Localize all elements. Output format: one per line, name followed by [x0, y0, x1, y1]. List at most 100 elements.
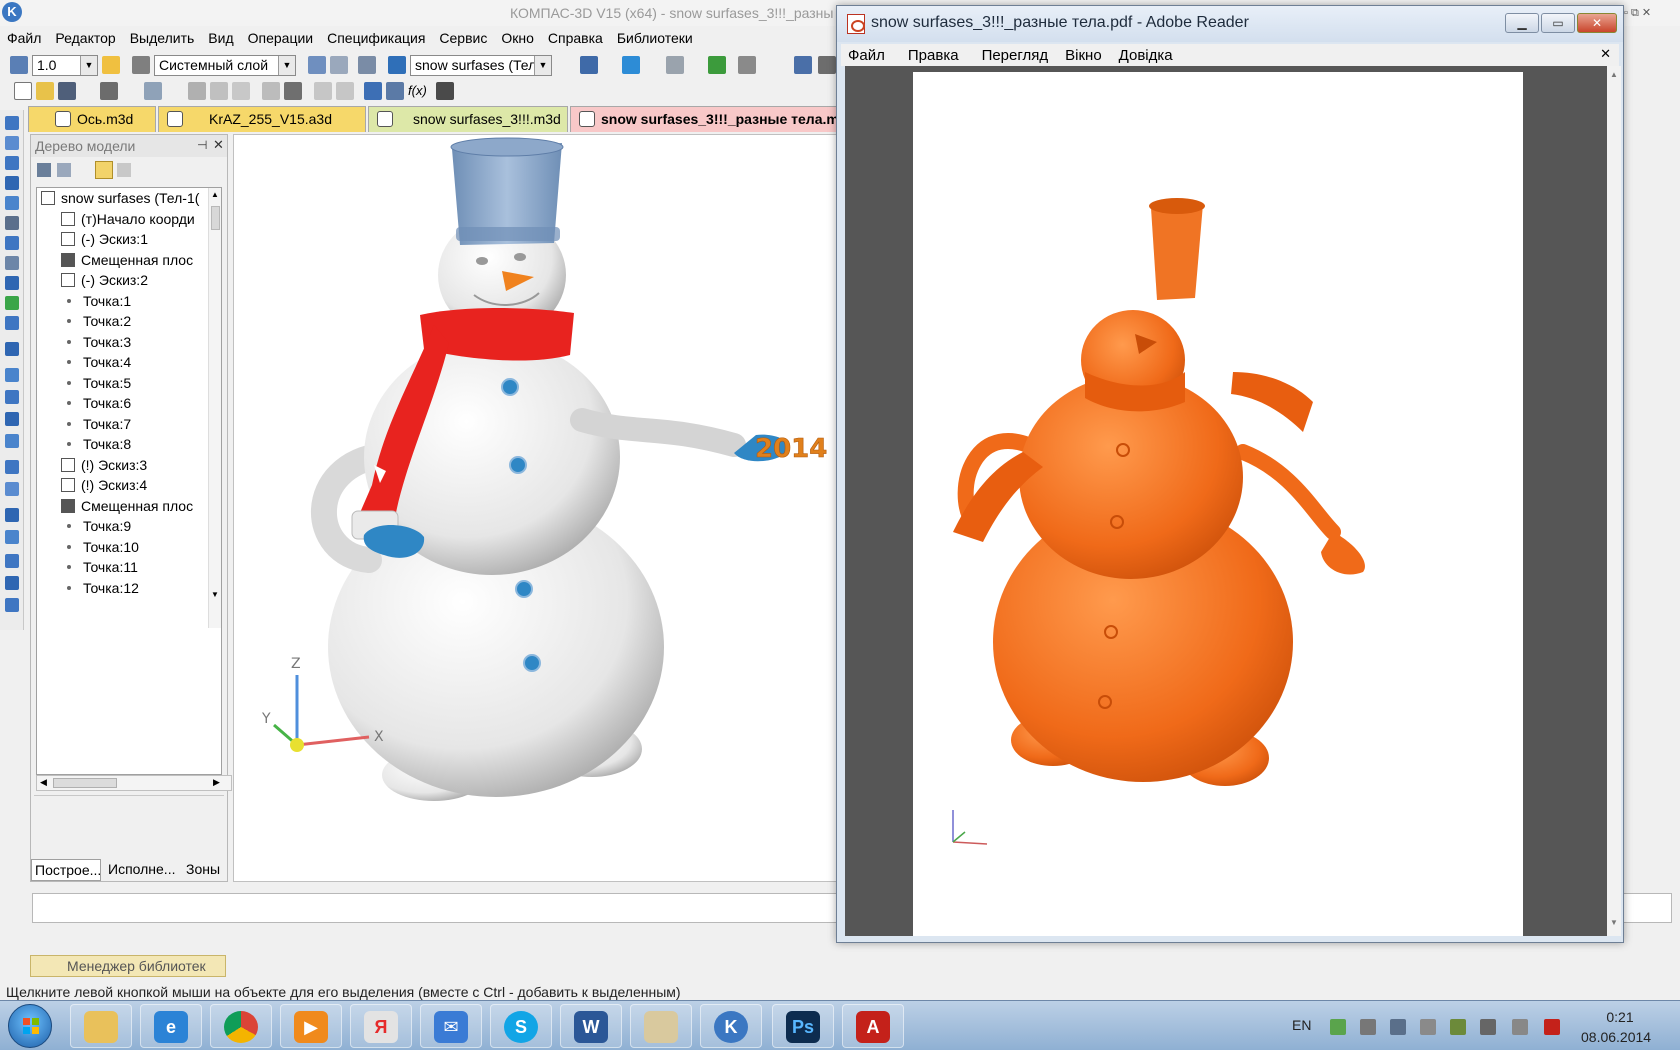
paste-icon[interactable]	[232, 82, 250, 100]
object-combo[interactable]: snow surfases (Тел ▼	[410, 55, 552, 76]
tree-item[interactable]: Точка:2	[61, 313, 131, 334]
clock-time[interactable]: 0:21	[1592, 1009, 1648, 1025]
scroll-left-icon[interactable]: ◀	[40, 777, 47, 788]
taskbar-ie[interactable]: e	[140, 1004, 202, 1048]
tree-item[interactable]: Точка:1	[61, 293, 131, 314]
taskbar-adobe-reader[interactable]: A	[842, 1004, 904, 1048]
tree-item[interactable]: Точка:4	[61, 354, 131, 375]
network-icon[interactable]	[1390, 1019, 1406, 1035]
tree-item[interactable]: Точка:12	[61, 580, 139, 601]
taskbar-word[interactable]: W	[560, 1004, 622, 1048]
measure-icon[interactable]	[738, 56, 756, 74]
undo-icon[interactable]	[314, 82, 332, 100]
format-brush-icon[interactable]	[262, 82, 280, 100]
tree-toggle-icon[interactable]	[308, 56, 326, 74]
edit-panel-icon[interactable]	[5, 296, 19, 310]
tree-item[interactable]: Точка:9	[61, 518, 131, 539]
layers-icon[interactable]	[132, 56, 150, 74]
menu-help[interactable]: Справка	[541, 28, 610, 46]
fillet-icon[interactable]	[5, 460, 19, 474]
rotate-icon[interactable]	[5, 412, 19, 426]
snap-icon[interactable]	[10, 56, 28, 74]
kompas-window-controls[interactable]: ▫ ⧉ ✕	[1624, 6, 1651, 20]
help-pointer-icon[interactable]	[436, 82, 454, 100]
function-icon[interactable]: f(x)	[408, 83, 427, 98]
tray-app-icon[interactable]	[1330, 1019, 1346, 1035]
taskbar-explorer[interactable]	[70, 1004, 132, 1048]
reader-document-area[interactable]	[845, 66, 1613, 936]
scroll-right-icon[interactable]: ▶	[213, 777, 220, 788]
tree-order-icon[interactable]	[95, 161, 113, 179]
tree-filter-icon[interactable]	[117, 163, 131, 177]
tree-horizontal-scrollbar[interactable]: ◀ ▶	[36, 775, 232, 791]
tab-zones[interactable]: Зоны	[183, 859, 223, 881]
rib-icon[interactable]	[5, 530, 19, 544]
zoom-icon[interactable]	[794, 56, 812, 74]
display-mode-icon[interactable]	[622, 56, 640, 74]
tree-item[interactable]: Точка:8	[61, 436, 131, 457]
view-orientation-icon[interactable]	[580, 56, 598, 74]
scroll-thumb[interactable]	[211, 206, 220, 230]
scroll-down-icon[interactable]: ▼	[211, 590, 219, 599]
volume-icon[interactable]	[1480, 1019, 1496, 1035]
filter-icon[interactable]	[358, 56, 376, 74]
extrude-icon[interactable]	[5, 390, 19, 404]
signal-icon[interactable]	[1450, 1019, 1466, 1035]
new-file-icon[interactable]	[14, 82, 32, 100]
tree-view-icon[interactable]	[57, 163, 71, 177]
tree-item[interactable]: Точка:5	[61, 375, 131, 396]
tab-build[interactable]: Построе...	[31, 859, 101, 881]
print-icon[interactable]	[100, 82, 118, 100]
scroll-up-icon[interactable]: ▲	[1610, 70, 1618, 79]
taskbar-photoshop[interactable]: Ps	[772, 1004, 834, 1048]
arrays-icon[interactable]	[5, 176, 19, 190]
open-folder-icon[interactable]	[36, 82, 54, 100]
solid-icon[interactable]	[5, 342, 19, 356]
scroll-down-icon[interactable]: ▼	[1610, 918, 1618, 927]
tree-item[interactable]: snow surfases (Тел-1(	[41, 190, 199, 211]
pan-icon[interactable]	[818, 56, 836, 74]
language-indicator[interactable]: EN	[1292, 1017, 1311, 1033]
menu-file[interactable]: Файл	[0, 28, 48, 46]
maximize-button[interactable]: ▭	[1541, 13, 1575, 33]
taskbar-kompas[interactable]: K	[700, 1004, 762, 1048]
grid-icon[interactable]	[102, 56, 120, 74]
menu-operations[interactable]: Операции	[241, 28, 321, 46]
rebuild-icon[interactable]	[708, 56, 726, 74]
cut-icon[interactable]	[188, 82, 206, 100]
manager-icon[interactable]	[364, 82, 382, 100]
surfaces-icon[interactable]	[5, 156, 19, 170]
usb-icon[interactable]	[1420, 1019, 1436, 1035]
menu-edit[interactable]: Редактор	[48, 28, 122, 46]
tree-vertical-scrollbar[interactable]: ▲ ▼	[208, 188, 221, 628]
reader-vertical-scrollbar[interactable]: ▲ ▼	[1607, 66, 1621, 936]
menu-view[interactable]: Вид	[201, 28, 240, 46]
chevron-down-icon[interactable]: ▼	[80, 56, 97, 75]
tab-kraz-a3d[interactable]: KrAZ_255_V15.a3d	[158, 106, 366, 132]
auxiliary-icon[interactable]	[5, 196, 19, 210]
tab-snow-surfases[interactable]: snow surfases_3!!!.m3d	[368, 106, 568, 132]
reader-menu-edit[interactable]: Правка	[892, 44, 966, 64]
sheet-metal-icon[interactable]	[5, 216, 19, 230]
assembly-icon[interactable]	[5, 316, 19, 330]
geometry-icon[interactable]	[5, 116, 19, 130]
menu-select[interactable]: Выделить	[123, 28, 202, 46]
loft-icon[interactable]	[5, 434, 19, 448]
calculator-icon[interactable]	[284, 82, 302, 100]
pin-icon[interactable]: ⊣	[197, 138, 207, 152]
perspective-icon[interactable]	[666, 56, 684, 74]
minimize-button[interactable]: ▁	[1505, 13, 1539, 33]
copy-icon[interactable]	[210, 82, 228, 100]
save-icon[interactable]	[58, 82, 76, 100]
tree-item[interactable]: Смещенная плос	[61, 498, 193, 519]
taskbar-skype[interactable]: S	[490, 1004, 552, 1048]
tree-item[interactable]: (-) Эскиз:1	[61, 231, 148, 252]
tab-os-m3d[interactable]: Ось.m3d	[28, 106, 156, 132]
preview-icon[interactable]	[144, 82, 162, 100]
chamfer-icon[interactable]	[5, 482, 19, 496]
section-icon[interactable]	[5, 576, 19, 590]
flag-icon[interactable]	[1512, 1019, 1528, 1035]
tree-item[interactable]: Точка:11	[61, 559, 138, 580]
tree-item[interactable]: (!) Эскиз:3	[61, 457, 147, 478]
filter-panel-icon[interactable]	[5, 236, 19, 250]
